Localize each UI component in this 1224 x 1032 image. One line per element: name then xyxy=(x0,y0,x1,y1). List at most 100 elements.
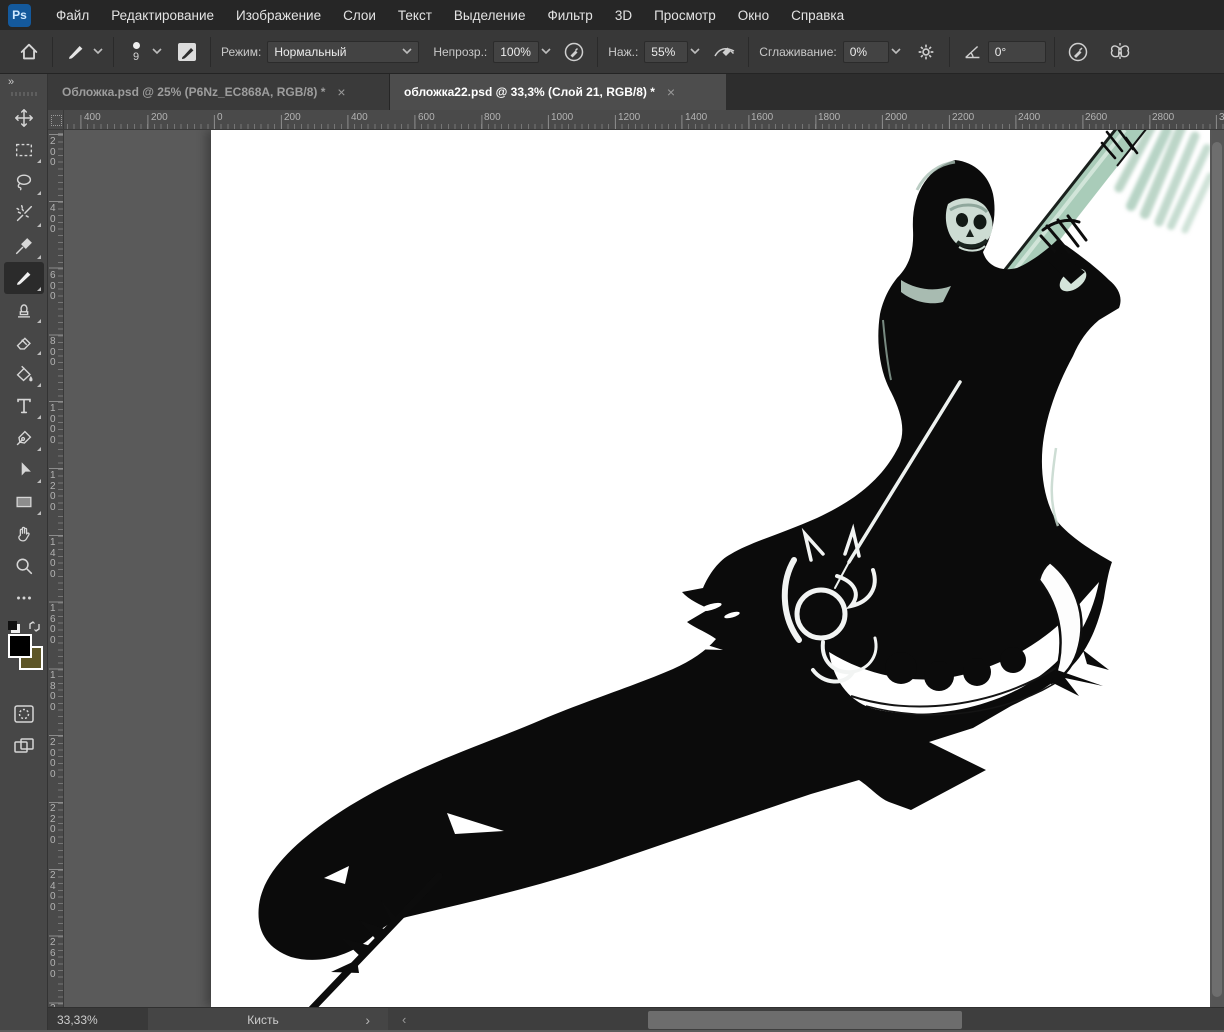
brush-angle-value: 0° xyxy=(995,45,1006,59)
tab-document-1[interactable]: Обложка.psd @ 25% (P6Nz_EC868A, RGB/8) *… xyxy=(48,74,390,110)
blend-mode-select[interactable]: Нормальный xyxy=(267,41,419,63)
flow-input[interactable]: 55% xyxy=(644,41,688,63)
opacity-pressure-icon[interactable] xyxy=(559,37,589,67)
menu-bar: Ps ФайлРедактированиеИзображениеСлоиТекс… xyxy=(0,0,1224,30)
horizontal-scrollbar-thumb[interactable] xyxy=(648,1011,962,1029)
h-ruler-label: 2800 xyxy=(1152,112,1174,123)
opacity-input[interactable]: 100% xyxy=(493,41,539,63)
flyout-indicator xyxy=(37,319,41,323)
ruler-origin-corner[interactable] xyxy=(48,110,64,130)
v-ruler-label: 1800 xyxy=(50,671,62,713)
eraser-tool[interactable] xyxy=(4,326,44,358)
foreground-color-swatch[interactable] xyxy=(8,634,32,658)
smoothing-value: 0% xyxy=(850,45,867,59)
opacity-label: Непрозр.: xyxy=(433,45,487,59)
lasso-tool[interactable] xyxy=(4,166,44,198)
menu-item-7[interactable]: 3D xyxy=(604,0,643,30)
flyout-indicator xyxy=(37,447,41,451)
zoom-level-field[interactable]: 33,33% xyxy=(48,1008,148,1032)
brush-size-preview[interactable]: 9 xyxy=(122,42,150,62)
blend-mode-value: Нормальный xyxy=(274,45,346,59)
type-tool[interactable] xyxy=(4,390,44,422)
pasteboard xyxy=(64,130,1210,1007)
vertical-scrollbar-thumb[interactable] xyxy=(1212,142,1222,997)
smoothing-input[interactable]: 0% xyxy=(843,41,889,63)
flyout-indicator xyxy=(37,383,41,387)
menu-item-10[interactable]: Справка xyxy=(780,0,855,30)
smoothing-chevron-icon[interactable] xyxy=(889,46,903,58)
menu-item-6[interactable]: Фильтр xyxy=(536,0,603,30)
toolbar-expand-icon[interactable]: » xyxy=(0,74,15,88)
flyout-indicator xyxy=(37,159,41,163)
eyedropper-tool[interactable] xyxy=(4,230,44,262)
vertical-ruler[interactable]: 2004006008001000120014001600180020002200… xyxy=(48,130,64,1007)
toolbar-grip[interactable] xyxy=(11,92,37,96)
tab-2-close-icon[interactable]: × xyxy=(667,84,675,100)
h-ruler-label: 1600 xyxy=(751,112,773,123)
menu-item-0[interactable]: Файл xyxy=(45,0,100,30)
brush-tool-preset-icon[interactable] xyxy=(61,37,91,67)
smoothing-label: Сглаживание: xyxy=(759,45,836,59)
brush-tool[interactable] xyxy=(4,262,44,294)
clone-stamp-tool[interactable] xyxy=(4,294,44,326)
marquee-tool[interactable] xyxy=(4,134,44,166)
pen-tool[interactable] xyxy=(4,422,44,454)
horizontal-scrollbar[interactable]: ‹ xyxy=(388,1008,1224,1032)
tab-document-2[interactable]: обложка22.psd @ 33,3% (Слой 21, RGB/8) *… xyxy=(390,74,726,110)
h-ruler-label: 30 xyxy=(1219,112,1224,123)
menu-item-8[interactable]: Просмотр xyxy=(643,0,727,30)
paint-symmetry-icon[interactable] xyxy=(1105,37,1135,67)
opacity-chevron-icon[interactable] xyxy=(539,46,553,58)
menu-item-9[interactable]: Окно xyxy=(727,0,780,30)
airbrush-icon[interactable] xyxy=(1063,37,1093,67)
brush-picker-chevron-icon[interactable] xyxy=(150,46,164,58)
status-bar: 33,33% Кисть › ‹ xyxy=(48,1007,1224,1032)
brush-angle-icon xyxy=(958,37,988,67)
rectangle-tool[interactable] xyxy=(4,486,44,518)
menu-item-2[interactable]: Изображение xyxy=(225,0,332,30)
menu-item-4[interactable]: Текст xyxy=(387,0,443,30)
path-selection-tool[interactable] xyxy=(4,454,44,486)
flow-label: Наж.: xyxy=(608,45,638,59)
menu-item-3[interactable]: Слои xyxy=(332,0,387,30)
brush-settings-panel-icon[interactable] xyxy=(172,37,202,67)
scroll-left-icon[interactable]: ‹ xyxy=(402,1012,406,1027)
v-ruler-label: 2400 xyxy=(50,871,62,913)
move-tool[interactable] xyxy=(4,102,44,134)
home-icon[interactable] xyxy=(14,37,44,67)
h-ruler-label: 200 xyxy=(284,112,301,123)
options-bar: 9 Режим: Нормальный Непрозр.: 100% Наж.:… xyxy=(0,30,1224,74)
brush-size-value: 9 xyxy=(133,52,139,62)
h-ruler-label: 2000 xyxy=(885,112,907,123)
quick-mask-button[interactable] xyxy=(4,698,44,730)
flow-chevron-icon[interactable] xyxy=(688,46,702,58)
h-ruler-label: 1200 xyxy=(618,112,640,123)
paint-bucket-tool[interactable] xyxy=(4,358,44,390)
vertical-scrollbar[interactable] xyxy=(1210,130,1224,1007)
mode-label: Режим: xyxy=(221,45,261,59)
flow-pressure-icon[interactable] xyxy=(710,37,740,67)
flyout-indicator xyxy=(37,255,41,259)
status-tool-name: Кисть xyxy=(247,1013,278,1027)
object-selection-tool[interactable] xyxy=(4,198,44,230)
h-ruler-label: 1400 xyxy=(685,112,707,123)
h-ruler-label: 200 xyxy=(151,112,168,123)
photoshop-logo[interactable]: Ps xyxy=(8,4,31,27)
screen-mode-button[interactable] xyxy=(4,730,44,762)
flyout-indicator xyxy=(37,511,41,515)
brush-angle-input[interactable]: 0° xyxy=(988,41,1046,63)
horizontal-ruler[interactable]: 4002000200400600800100012001400160018002… xyxy=(64,110,1224,130)
status-flyout-icon[interactable]: › xyxy=(365,1012,370,1028)
menu-item-1[interactable]: Редактирование xyxy=(100,0,225,30)
brush-preset-chevron-icon[interactable] xyxy=(91,46,105,58)
h-ruler-label: 0 xyxy=(217,112,223,123)
zoom-level-value: 33,33% xyxy=(57,1013,98,1027)
tab-1-close-icon[interactable]: × xyxy=(337,84,345,100)
document-canvas[interactable] xyxy=(211,130,1210,1007)
more-tools[interactable] xyxy=(4,582,44,614)
zoom-tool[interactable] xyxy=(4,550,44,582)
status-tool-info[interactable]: Кисть › xyxy=(148,1008,378,1032)
hand-tool[interactable] xyxy=(4,518,44,550)
smoothing-gear-icon[interactable] xyxy=(911,37,941,67)
menu-item-5[interactable]: Выделение xyxy=(443,0,537,30)
